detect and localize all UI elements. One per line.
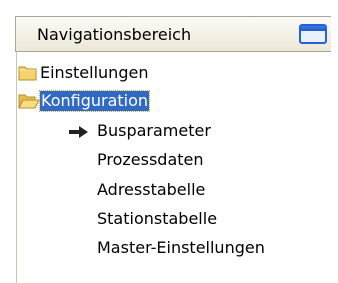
tree-item-label: Busparameter [97, 121, 211, 140]
tree-item-einstellungen[interactable]: Einstellungen [18, 59, 218, 87]
tree-item-label: Einstellungen [40, 63, 149, 82]
tree-item-busparameter[interactable]: Busparameter [18, 117, 258, 145]
tree-item-label: Konfiguration [38, 90, 151, 112]
arrow-right-icon [68, 125, 90, 143]
navigation-header-title: Navigationsbereich [37, 25, 192, 44]
tree-item-master-einstellungen[interactable]: Master-Einstellungen [18, 234, 278, 262]
tree-item-adresstabelle[interactable]: Adresstabelle [18, 176, 258, 204]
tree-item-prozessdaten[interactable]: Prozessdaten [18, 146, 258, 174]
folder-open-icon [18, 92, 40, 114]
folder-closed-icon [18, 64, 38, 86]
navigation-header: Navigationsbereich [15, 16, 331, 52]
tree-item-label: Prozessdaten [97, 150, 204, 169]
tree-item-label: Master-Einstellungen [97, 238, 265, 257]
tree-item-label: Stationstabelle [97, 209, 218, 228]
tree-item-konfiguration[interactable]: Konfiguration [18, 87, 218, 115]
window-icon[interactable] [299, 24, 327, 44]
navigation-panel: Navigationsbereich Einstellungen Konfigu… [0, 0, 338, 283]
tree-item-stationstabelle[interactable]: Stationstabelle [18, 205, 258, 233]
tree-item-label: Adresstabelle [97, 180, 206, 199]
panel-left-border [16, 52, 17, 283]
